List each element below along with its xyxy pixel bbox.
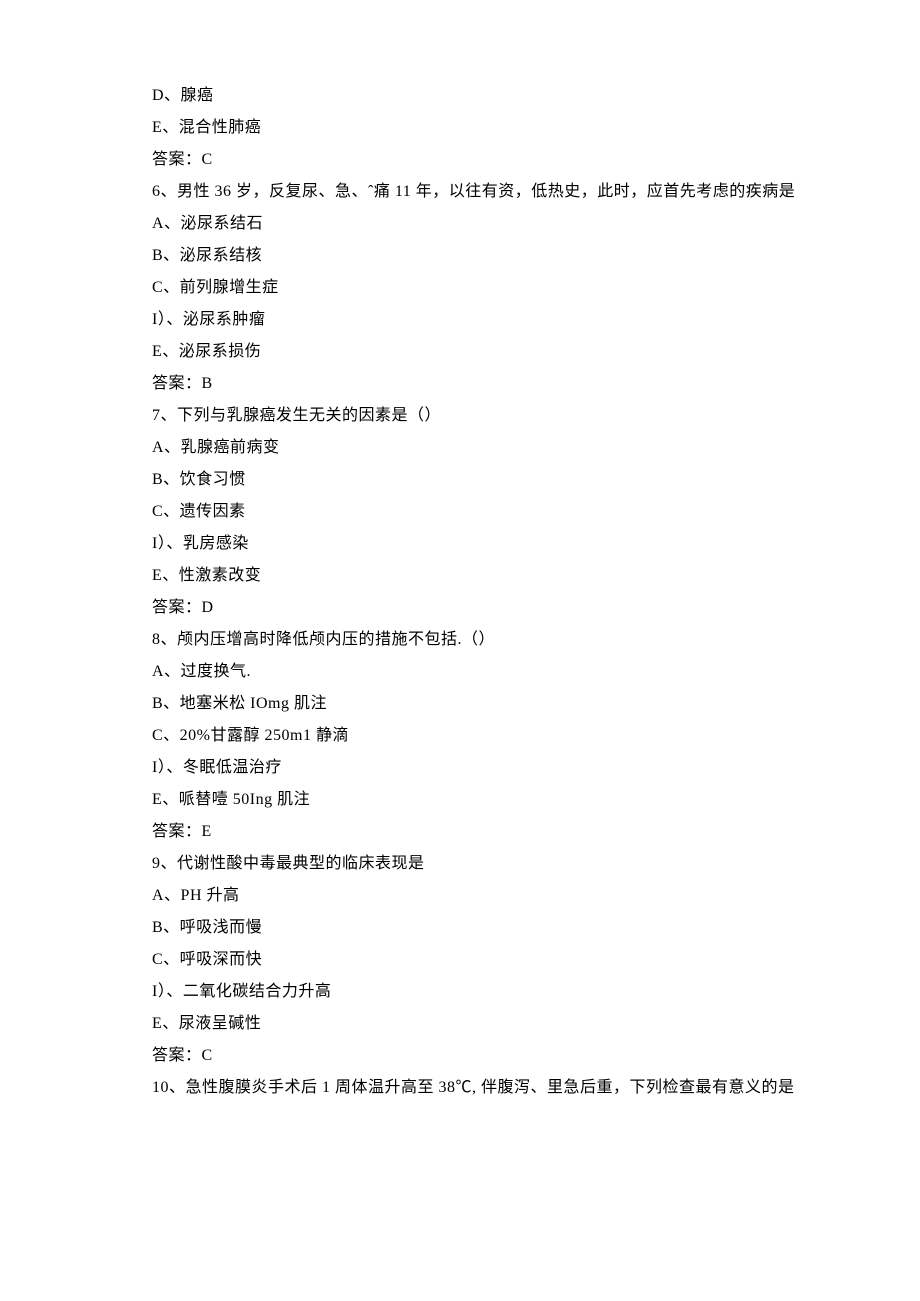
text-line: I）、二氧化碳结合力升高 [120, 976, 800, 1008]
text-line: I）、乳房感染 [120, 528, 800, 560]
text-line: E、性激素改变 [120, 560, 800, 592]
text-line: 答案：C [120, 144, 800, 176]
text-line: B、泌尿系结核 [120, 240, 800, 272]
text-line: C、呼吸深而快 [120, 944, 800, 976]
text-line: I）、泌尿系肿瘤 [120, 304, 800, 336]
text-line: 答案：B [120, 368, 800, 400]
text-line: E、混合性肺癌 [120, 112, 800, 144]
text-line: A、泌尿系结石 [120, 208, 800, 240]
text-line: A、乳腺癌前病变 [120, 432, 800, 464]
text-line: 答案：D [120, 592, 800, 624]
text-line: 8、颅内压增高时降低颅内压的措施不包括.（） [120, 624, 800, 656]
text-line: D、腺癌 [120, 80, 800, 112]
text-line: I）、冬眠低温治疗 [120, 752, 800, 784]
text-line: 9、代谢性酸中毒最典型的临床表现是 [120, 848, 800, 880]
text-line: B、地塞米松 IOmg 肌注 [120, 688, 800, 720]
text-line: E、尿液呈碱性 [120, 1008, 800, 1040]
text-line: E、哌替噎 50Ing 肌注 [120, 784, 800, 816]
text-line: 6、男性 36 岁，反复尿、急、ˆ痛 11 年，以往有资，低热史，此时，应首先考… [120, 176, 800, 208]
text-line: 10、急性腹膜炎手术后 1 周体温升高至 38℃, 伴腹泻、里急后重，下列检查最… [120, 1072, 800, 1104]
text-line: A、PH 升高 [120, 880, 800, 912]
text-line: 7、下列与乳腺癌发生无关的因素是（） [120, 400, 800, 432]
text-line: 答案：E [120, 816, 800, 848]
text-line: C、遗传因素 [120, 496, 800, 528]
text-line: 答案：C [120, 1040, 800, 1072]
text-line: C、20%甘露醇 250m1 静滴 [120, 720, 800, 752]
document-content: D、腺癌E、混合性肺癌答案：C6、男性 36 岁，反复尿、急、ˆ痛 11 年，以… [120, 80, 800, 1104]
document-page: D、腺癌E、混合性肺癌答案：C6、男性 36 岁，反复尿、急、ˆ痛 11 年，以… [0, 0, 920, 1301]
text-line: B、呼吸浅而慢 [120, 912, 800, 944]
text-line: C、前列腺增生症 [120, 272, 800, 304]
text-line: A、过度换气. [120, 656, 800, 688]
text-line: B、饮食习惯 [120, 464, 800, 496]
text-line: E、泌尿系损伤 [120, 336, 800, 368]
